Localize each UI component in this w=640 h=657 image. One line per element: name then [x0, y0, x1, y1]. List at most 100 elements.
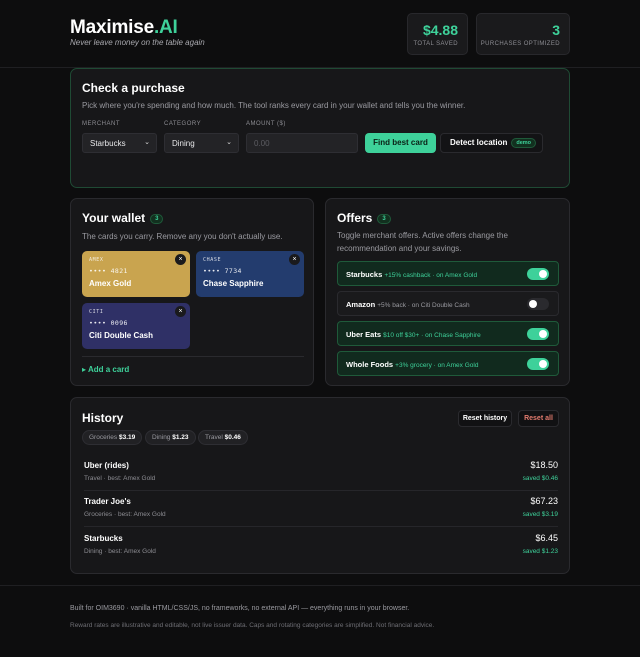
category-chip-groceries: Groceries $3.19 — [82, 430, 143, 445]
history-row: Trader Joe's Groceries · best: Amex Gold… — [84, 491, 558, 527]
chip-label: Dining — [152, 434, 173, 441]
chip-value: $3.19 — [118, 434, 136, 441]
category-chip-dining: Dining $1.23 — [145, 430, 196, 445]
detect-location-button[interactable]: Detect location demo — [440, 133, 543, 153]
card-issuer: CHASE — [203, 257, 222, 263]
offer-text: Starbucks +15% cashback · on Amex Gold — [346, 270, 477, 279]
card-number: •••• 7734 — [203, 267, 242, 275]
add-card-button[interactable]: ▸ Add a card — [82, 365, 129, 374]
card-amex-gold[interactable]: AMEX •••• 4821 Amex Gold × — [82, 251, 190, 297]
offer-text: Uber Eats $10 off $30+ · on Chase Sapphi… — [346, 330, 481, 339]
merchant-label: MERCHANT — [82, 121, 120, 127]
history-merchant: Starbucks — [84, 534, 123, 543]
amount-input[interactable]: 0.00 — [246, 133, 358, 153]
offer-item-whole-foods: Whole Foods +3% grocery · on Amex Gold — [337, 351, 559, 376]
card-name: Amex Gold — [89, 279, 132, 288]
reset-all-button[interactable]: Reset all — [518, 410, 559, 427]
check-title: Check a purchase — [82, 81, 185, 95]
close-icon[interactable]: × — [175, 306, 186, 317]
chip-value: $1.23 — [172, 434, 189, 441]
history-merchant: Trader Joe's — [84, 497, 131, 506]
total-saved-stat: $4.88 TOTAL SAVED — [407, 13, 468, 55]
wallet-count-badge: 3 — [150, 214, 164, 224]
offer-rate: +15% cashback — [384, 272, 431, 279]
wallet-panel: Your wallet 3 The cards you carry. Remove… — [70, 198, 314, 386]
history-detail: Groceries · best: Amex Gold — [84, 511, 166, 518]
category-label: CATEGORY — [164, 121, 202, 127]
card-issuer: AMEX — [89, 257, 104, 263]
card-citi-double-cash[interactable]: CITI •••• 0096 Citi Double Cash × — [82, 303, 190, 349]
find-best-card-button[interactable]: Find best card — [365, 133, 436, 153]
offer-merchant: Whole Foods — [346, 360, 394, 369]
history-saved: saved $3.19 — [522, 511, 558, 518]
history-detail: Travel · best: Amex Gold — [84, 475, 156, 482]
wallet-divider — [82, 356, 304, 357]
wallet-title-row: Your wallet 3 — [82, 211, 164, 225]
offers-count-badge: 3 — [377, 214, 391, 224]
detect-location-label: Detect location — [450, 138, 508, 147]
card-name: Citi Double Cash — [89, 331, 154, 340]
history-title: History — [82, 411, 124, 425]
offers-title: Offers — [337, 211, 373, 225]
offer-card: · on Chase Sapphire — [419, 332, 481, 339]
app-header: Maximise.AI Never leave money on the tab… — [0, 0, 640, 68]
purchases-optimized-label: PURCHASES OPTIMIZED — [480, 41, 560, 47]
footer-divider — [0, 585, 640, 586]
wallet-description: The cards you carry. Remove any you don'… — [82, 232, 283, 241]
offer-toggle[interactable] — [527, 298, 549, 310]
tagline: Never leave money on the table again — [70, 38, 205, 47]
amount-label: AMOUNT ($) — [246, 121, 286, 127]
category-select[interactable]: Dining ⌄ — [164, 133, 239, 153]
chip-value: $0.46 — [224, 434, 241, 441]
offer-toggle[interactable] — [527, 328, 549, 340]
card-issuer: CITI — [89, 309, 104, 315]
merchant-select[interactable]: Starbucks ⌄ — [82, 133, 157, 153]
history-saved: saved $0.46 — [522, 475, 558, 482]
card-chase-sapphire[interactable]: CHASE •••• 7734 Chase Sapphire × — [196, 251, 304, 297]
offer-item-amazon: Amazon +5% back · on Citi Double Cash — [337, 291, 559, 316]
history-amount: $6.45 — [535, 533, 558, 543]
offer-text: Amazon +5% back · on Citi Double Cash — [346, 300, 470, 309]
reset-history-button[interactable]: Reset history — [458, 410, 512, 427]
check-purchase-panel: Check a purchase Pick where you're spend… — [70, 68, 570, 188]
history-row: Uber (rides) Travel · best: Amex Gold $1… — [84, 455, 558, 491]
history-saved: saved $1.23 — [522, 548, 558, 555]
history-amount: $67.23 — [530, 496, 558, 506]
card-number: •••• 4821 — [89, 267, 128, 275]
history-panel: History Reset history Reset all Grocerie… — [70, 397, 570, 574]
card-name: Chase Sapphire — [203, 279, 264, 288]
offer-item-uber-eats: Uber Eats $10 off $30+ · on Chase Sapphi… — [337, 321, 559, 346]
offer-toggle[interactable] — [527, 268, 549, 280]
offer-card: · on Amex Gold — [430, 272, 478, 279]
check-description: Pick where you're spending and how much.… — [82, 101, 466, 110]
close-icon[interactable]: × — [289, 254, 300, 265]
brand-logo: Maximise.AI — [70, 17, 178, 39]
chip-label: Travel — [205, 434, 225, 441]
close-icon[interactable]: × — [175, 254, 186, 265]
demo-badge: demo — [511, 138, 537, 148]
offers-title-row: Offers 3 — [337, 211, 391, 225]
chip-label: Groceries — [89, 434, 119, 441]
offer-rate: +3% grocery — [395, 362, 432, 369]
history-merchant: Uber (rides) — [84, 461, 129, 470]
wallet-title: Your wallet — [82, 211, 146, 225]
offer-merchant: Amazon — [346, 300, 376, 309]
brand-main: Maximise — [70, 17, 154, 38]
purchases-optimized-stat: 3 PURCHASES OPTIMIZED — [476, 13, 570, 55]
purchases-optimized-value: 3 — [552, 22, 560, 38]
history-amount: $18.50 — [530, 460, 558, 470]
offer-rate: +5% back — [377, 302, 406, 309]
history-row: Starbucks Dining · best: Amex Gold $6.45… — [84, 528, 558, 564]
category-chip-travel: Travel $0.46 — [198, 430, 248, 445]
history-detail: Dining · best: Amex Gold — [84, 548, 156, 555]
offers-description: Toggle merchant offers. Active offers ch… — [337, 231, 508, 253]
row-divider — [84, 526, 558, 527]
chevron-down-icon: ⌄ — [144, 139, 150, 146]
brand-accent: .AI — [153, 17, 178, 38]
offer-toggle[interactable] — [527, 358, 549, 370]
total-saved-value: $4.88 — [422, 22, 458, 38]
offer-text: Whole Foods +3% grocery · on Amex Gold — [346, 360, 478, 369]
footer-disclaimer: Reward rates are illustrative and editab… — [70, 622, 435, 629]
offer-merchant: Starbucks — [346, 270, 383, 279]
offer-card: · on Amex Gold — [431, 362, 479, 369]
